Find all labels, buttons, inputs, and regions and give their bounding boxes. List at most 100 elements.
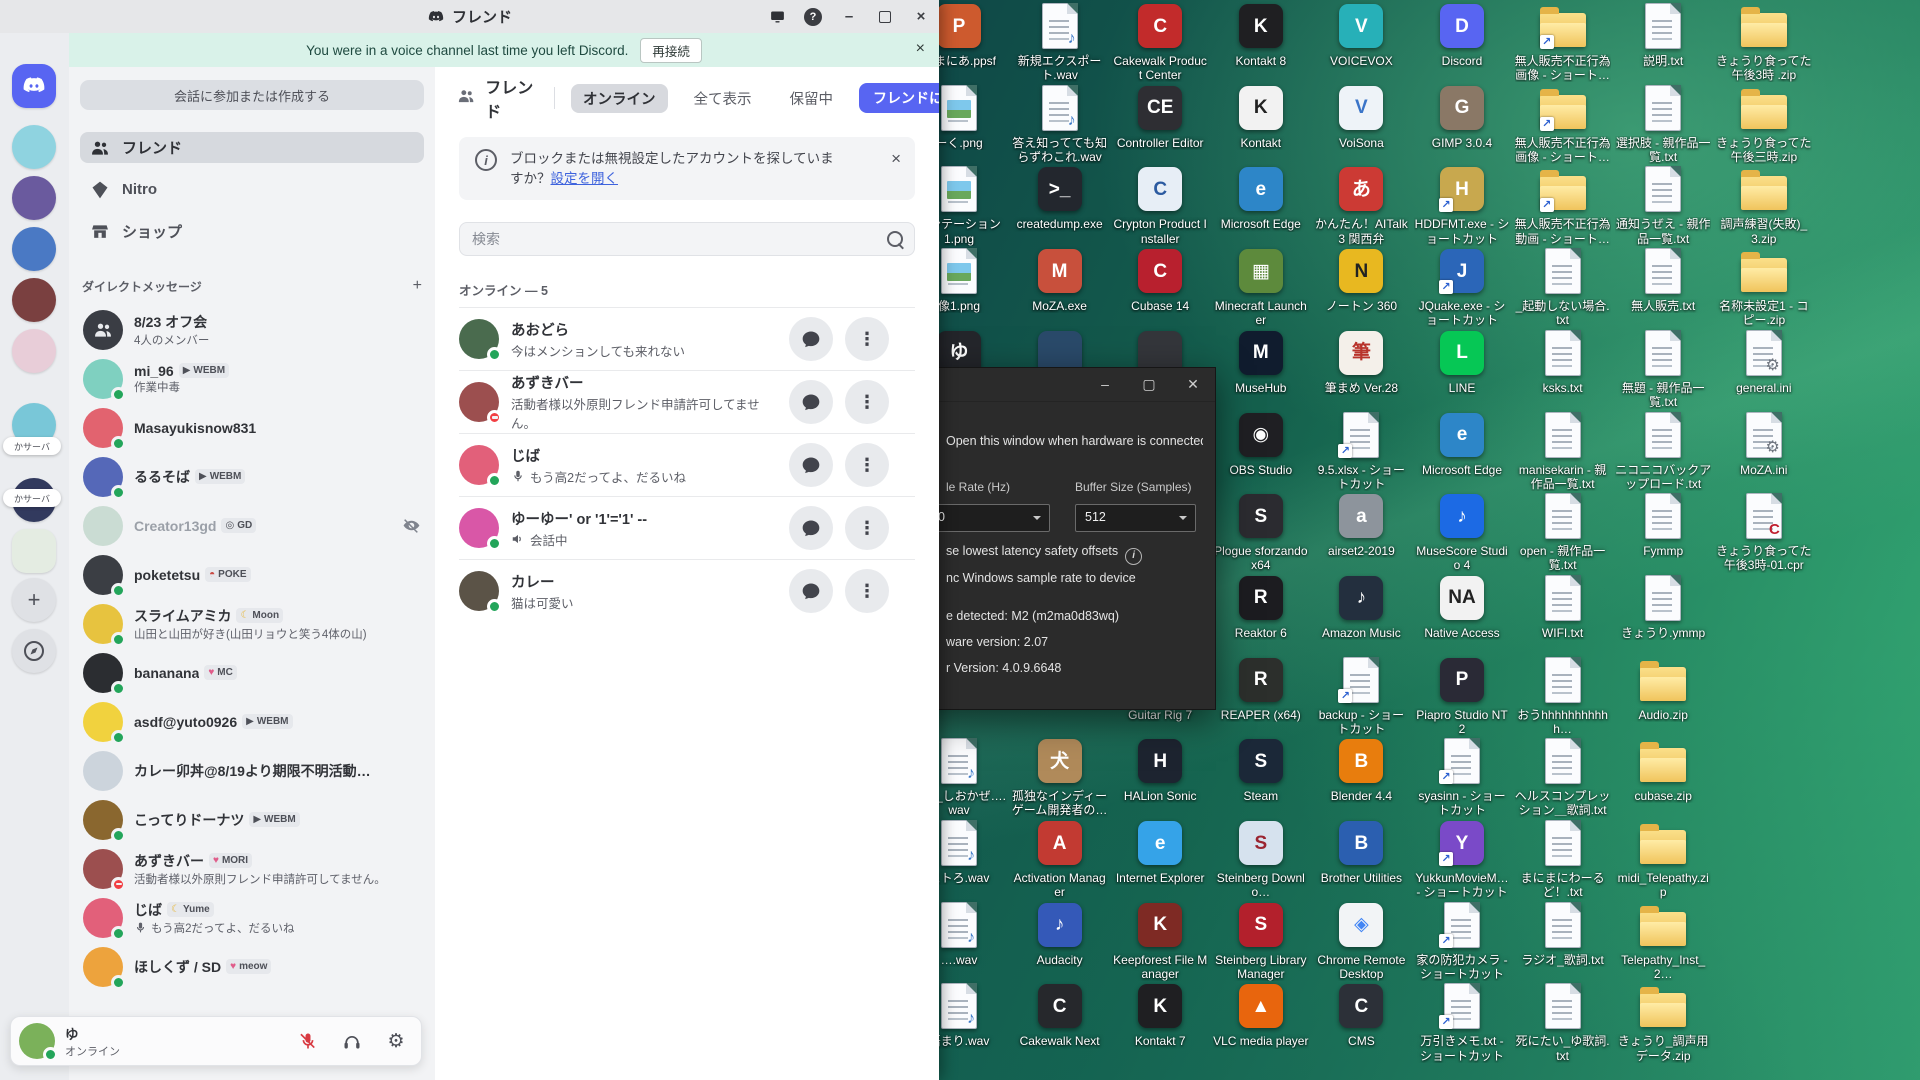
- desktop-icon[interactable]: LLINE: [1414, 329, 1510, 395]
- desktop-icon[interactable]: Audio.zip: [1615, 656, 1711, 722]
- sync-sample-rate-option[interactable]: nc Windows sample rate to device: [946, 571, 1203, 585]
- desktop-icon[interactable]: きょうり.ymmp: [1615, 574, 1711, 640]
- server-avatar[interactable]: [12, 329, 56, 373]
- desktop-icon[interactable]: VVOICEVOX: [1313, 2, 1409, 68]
- desktop-icon[interactable]: CCakewalk Next: [1012, 982, 1108, 1048]
- desktop-icon[interactable]: 無人販売.txt: [1615, 247, 1711, 313]
- desktop-icon[interactable]: SPlogue sforzando x64: [1213, 492, 1309, 572]
- desktop-icon[interactable]: 調声練習(失敗)_3.zip: [1716, 165, 1812, 245]
- more-options-button[interactable]: ⋮: [845, 569, 889, 613]
- desktop-icon[interactable]: CEController Editor: [1112, 84, 1208, 150]
- desktop-icon[interactable]: 筆筆まめ Ver.28: [1313, 329, 1409, 395]
- more-options-button[interactable]: ⋮: [845, 317, 889, 361]
- headphones-icon[interactable]: [335, 1026, 369, 1056]
- desktop-icon[interactable]: RReaktor 6: [1213, 574, 1309, 640]
- desktop-icon[interactable]: きょうり食ってた午後三時.zip: [1716, 84, 1812, 164]
- dm-item[interactable]: あずきバー♥MORI活動者様以外原則フレンド申請許可してません。: [77, 844, 427, 893]
- desktop-icon[interactable]: KKontakt 8: [1213, 2, 1309, 68]
- desktop-icon[interactable]: aairset2-2019: [1313, 492, 1409, 558]
- help-icon[interactable]: ?: [795, 0, 831, 33]
- desktop-icon[interactable]: 死にたい_ゆ歌詞.txt: [1515, 982, 1611, 1062]
- server-folder-pill[interactable]: かサーバ: [3, 489, 61, 507]
- desktop-icon[interactable]: ニコニコバックアップロード.txt: [1615, 411, 1711, 491]
- desktop-icon[interactable]: eInternet Explorer: [1112, 819, 1208, 885]
- desktop-icon[interactable]: manisekarin - 親作品一覧.txt: [1515, 411, 1611, 491]
- desktop-icon[interactable]: CCrypton Product Installer: [1112, 165, 1208, 245]
- desktop-icon[interactable]: DDiscord: [1414, 2, 1510, 68]
- desktop-icon[interactable]: ↗9.5.xlsx - ショートカット: [1313, 411, 1409, 491]
- dm-item[interactable]: mi_96▶WEBM作業中毒: [77, 354, 427, 403]
- open-settings-link[interactable]: 設定を開く: [551, 171, 619, 186]
- desktop-icon[interactable]: MMoZA.exe: [1012, 247, 1108, 313]
- desktop-icon[interactable]: CCubase 14: [1112, 247, 1208, 313]
- dm-item[interactable]: poketetsu◓POKE: [77, 550, 427, 599]
- user-bar[interactable]: ゆ オンライン ⚙: [10, 1016, 422, 1066]
- more-options-button[interactable]: ⋮: [845, 380, 889, 424]
- desktop-icon[interactable]: Y↗YukkunMovieM… - ショートカット: [1414, 819, 1510, 899]
- server-avatar[interactable]: [12, 227, 56, 271]
- screen-share-icon[interactable]: [759, 0, 795, 33]
- desktop-icon[interactable]: おうhhhhhhhhhhh…: [1515, 656, 1611, 736]
- desktop-icon[interactable]: BBlender 4.4: [1313, 737, 1409, 803]
- desktop-icon[interactable]: H↗HDDFMT.exe - ショートカット: [1414, 165, 1510, 245]
- desktop-icon[interactable]: PPiapro Studio NT2: [1414, 656, 1510, 736]
- more-options-button[interactable]: ⋮: [845, 443, 889, 487]
- server-avatar[interactable]: [12, 529, 56, 573]
- desktop-icon[interactable]: あかんたん！AITalk 3 関西弁: [1313, 165, 1409, 245]
- desktop-icon[interactable]: ヘルスコンプレッション＿歌詞.txt: [1515, 737, 1611, 817]
- dm-item[interactable]: スライムアミカ☾Moon山田と山田が好き(山田リョウと笑う4体の山): [77, 599, 427, 648]
- explore-servers-button[interactable]: [12, 629, 56, 673]
- dm-item[interactable]: カレー卯丼@8/19より期限不明活動…: [77, 746, 427, 795]
- desktop-icon[interactable]: WIFI.txt: [1515, 574, 1611, 640]
- desktop-icon[interactable]: きょうり食ってた午後3時 .zip: [1716, 2, 1812, 82]
- dm-item[interactable]: asdf@yuto0926▶WEBM: [77, 697, 427, 746]
- dm-item[interactable]: こってりドーナツ▶WEBM: [77, 795, 427, 844]
- desktop-icon[interactable]: 犬孤独なインディーゲーム開発者の一生…: [1012, 737, 1108, 817]
- desktop-icon[interactable]: ♪MuseScore Studio 4: [1414, 492, 1510, 572]
- desktop-icon[interactable]: Fymmp: [1615, 492, 1711, 558]
- latency-offset-option[interactable]: se lowest latency safety offsetsi: [946, 544, 1203, 565]
- server-avatar[interactable]: [12, 176, 56, 220]
- reconnect-button[interactable]: 再接続: [640, 38, 702, 63]
- desktop-icon[interactable]: midi_Telepathy.zip: [1615, 819, 1711, 899]
- desktop-icon[interactable]: KKontakt: [1213, 84, 1309, 150]
- desktop-icon[interactable]: RREAPER (x64): [1213, 656, 1309, 722]
- desktop-icon[interactable]: SSteinberg Library Manager: [1213, 901, 1309, 981]
- dm-item[interactable]: Creator13gd◎GD: [77, 501, 427, 550]
- message-button[interactable]: [789, 443, 833, 487]
- desktop-icon[interactable]: ⚙MoZA.ini: [1716, 411, 1812, 477]
- buffer-size-dropdown[interactable]: 512: [1075, 504, 1196, 532]
- desktop-icon[interactable]: Cきょうり食ってた午後3時-01.cpr: [1716, 492, 1812, 572]
- desktop-icon[interactable]: J↗JQuake.exe - ショートカット: [1414, 247, 1510, 327]
- desktop-icon[interactable]: SSteinberg Downlo…: [1213, 819, 1309, 899]
- nav-item-shop[interactable]: ショップ: [80, 216, 424, 247]
- sample-rate-dropdown[interactable]: 00: [921, 504, 1050, 532]
- desktop-icon[interactable]: ↗syasinn - ショートカット: [1414, 737, 1510, 817]
- desktop-icon[interactable]: VVoiSona: [1313, 84, 1409, 150]
- desktop-icon[interactable]: ♪新規エクスポート.wav: [1012, 2, 1108, 82]
- desktop-icon[interactable]: Telepathy_Inst_2…: [1615, 901, 1711, 981]
- friend-row[interactable]: ゆーゆー' or '1'='1' --会話中⋮: [459, 496, 915, 559]
- desktop-icon[interactable]: KKontakt 7: [1112, 982, 1208, 1048]
- search-input[interactable]: [459, 222, 915, 256]
- banner-close-icon[interactable]: ×: [916, 40, 925, 58]
- more-options-button[interactable]: ⋮: [845, 506, 889, 550]
- discord-home-button[interactable]: [12, 64, 56, 108]
- desktop-icon[interactable]: AActivation Manager: [1012, 819, 1108, 899]
- desktop-icon[interactable]: NANative Access: [1414, 574, 1510, 640]
- desktop-icon[interactable]: ♪Amazon Music: [1313, 574, 1409, 640]
- dm-item[interactable]: Masayukisnow831: [77, 403, 427, 452]
- desktop-icon[interactable]: SSteam: [1213, 737, 1309, 803]
- nav-item-nitro[interactable]: Nitro: [80, 174, 424, 205]
- desktop-icon[interactable]: cubase.zip: [1615, 737, 1711, 803]
- minimize-button[interactable]: –: [831, 0, 867, 33]
- desktop-icon[interactable]: ▦Minecraft Launcher: [1213, 247, 1309, 327]
- desktop-icon[interactable]: Nノートン 360: [1313, 247, 1409, 313]
- dm-item[interactable]: るるそば▶WEBM: [77, 452, 427, 501]
- desktop-icon[interactable]: MMuseHub: [1213, 329, 1309, 395]
- desktop-icon[interactable]: ◉OBS Studio: [1213, 411, 1309, 477]
- message-button[interactable]: [789, 317, 833, 361]
- desktop-icon[interactable]: 通知うぜえ - 親作品一覧.txt: [1615, 165, 1711, 245]
- desktop-icon[interactable]: ラジオ_歌詞.txt: [1515, 901, 1611, 967]
- desktop-icon[interactable]: ↗無人販売不正行為画像 - ショートカット: [1515, 84, 1611, 164]
